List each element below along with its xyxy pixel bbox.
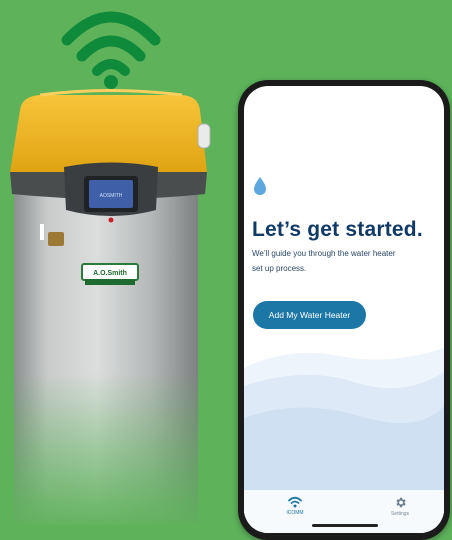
wifi-icon: [288, 496, 302, 508]
nav-item-settings[interactable]: Settings: [375, 496, 425, 517]
home-indicator: [312, 524, 378, 527]
nav-label-settings: Settings: [390, 511, 410, 517]
heater-display-text: AOSMITH: [100, 193, 123, 199]
add-water-heater-button[interactable]: Add My Water Heater: [253, 301, 366, 329]
nav-item-icomm[interactable]: ICOMM: [270, 496, 320, 516]
gear-icon: [395, 497, 406, 508]
page-title: Let’s get started.: [252, 218, 423, 241]
nav-label-icomm: ICOMM: [286, 510, 304, 516]
water-heater: AOSMITH A.O.Smith: [10, 89, 211, 525]
app-screen: Let’s get started. We’ll guide you throu…: [244, 86, 444, 533]
heater-brand-label: A.O.Smith: [93, 270, 127, 277]
bottom-nav: ICOMM Settings: [244, 490, 444, 533]
page-subtitle: We’ll guide you through the water heater…: [252, 249, 396, 273]
wifi-signal-icon: [61, 11, 161, 76]
water-drop-icon: [254, 177, 266, 195]
